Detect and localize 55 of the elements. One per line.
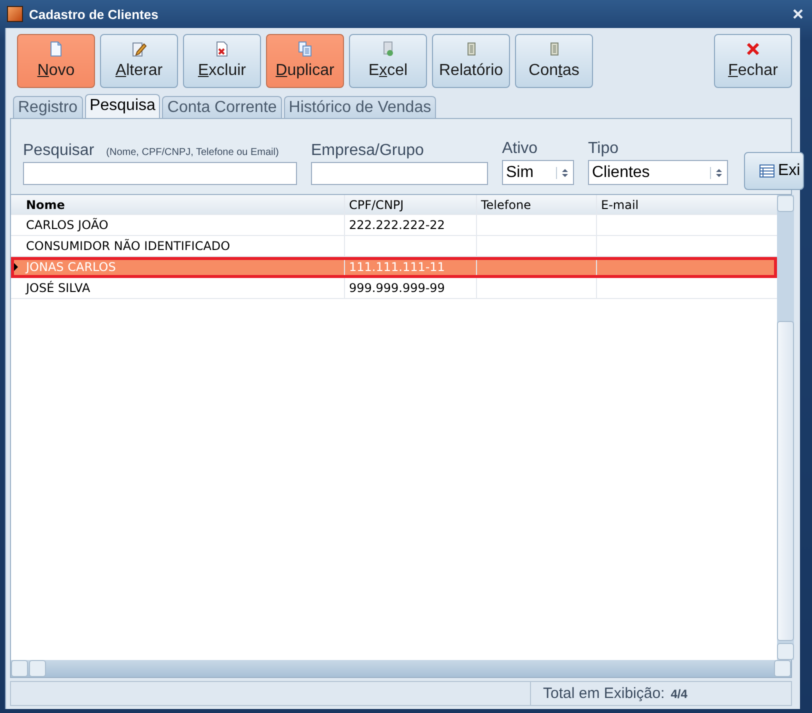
- field-hint: (Nome, CPF/CNPJ, Telefone ou Email): [106, 147, 279, 158]
- table-cell: JOSÉ SILVA: [26, 281, 90, 295]
- scroll-left-button[interactable]: [11, 660, 28, 677]
- column-header[interactable]: Nome: [22, 195, 345, 214]
- row-pointer-icon: [14, 263, 18, 271]
- toolbar-button[interactable]: Excluir: [183, 34, 261, 88]
- table-row[interactable]: CARLOS JOÃO 222.222.222-22: [11, 215, 777, 236]
- status-value: 4/4: [670, 686, 688, 700]
- vertical-scrollbar[interactable]: [777, 195, 794, 660]
- tab[interactable]: Registro: [13, 96, 83, 118]
- copy-icon: [297, 41, 313, 57]
- column-header[interactable]: CPF/CNPJ: [345, 195, 477, 214]
- table-cell: JONAS CARLOS: [26, 260, 116, 274]
- search-field[interactable]: [23, 162, 297, 185]
- scroll-thumb[interactable]: [29, 660, 46, 677]
- field-label: Tipo: [588, 140, 620, 158]
- field-label: Ativo: [502, 140, 539, 158]
- scroll-down-button[interactable]: [777, 643, 794, 660]
- delete-page-icon: [214, 41, 230, 57]
- table-cell: CARLOS JOÃO: [26, 218, 108, 232]
- table-row[interactable]: JOSÉ SILVA 999.999.999-99: [11, 278, 777, 299]
- toolbar-button[interactable]: Alterar: [100, 34, 178, 88]
- scroll-right-button[interactable]: [774, 660, 791, 677]
- page-icon: [48, 41, 64, 57]
- show-button[interactable]: Exi: [744, 152, 804, 190]
- table-cell: CONSUMIDOR NÃO IDENTIFICADO: [26, 239, 230, 253]
- window-title: Cadastro de Clientes: [29, 6, 160, 22]
- grid-icon: [759, 164, 775, 178]
- field-label: Empresa/Grupo: [311, 142, 425, 160]
- column-header[interactable]: Telefone: [477, 195, 597, 214]
- dropdown[interactable]: Sim: [502, 160, 574, 185]
- toolbar-button[interactable]: Excel: [349, 34, 427, 88]
- scroll-up-button[interactable]: [777, 195, 794, 212]
- field-label: Pesquisar: [23, 142, 94, 160]
- status-label: Total em Exibição:: [543, 685, 665, 702]
- toolbar-button[interactable]: Relatório: [432, 34, 510, 88]
- toolbar-button[interactable]: Contas: [515, 34, 593, 88]
- close-icon: [745, 41, 761, 57]
- dropdown[interactable]: Clientes: [588, 160, 728, 185]
- table-cell: 111.111.111-11: [349, 260, 445, 274]
- close-icon[interactable]: [792, 8, 804, 20]
- tab[interactable]: Histórico de Vendas: [284, 96, 436, 118]
- column-header[interactable]: E-mail: [597, 195, 777, 214]
- horizontal-scrollbar[interactable]: [11, 660, 791, 677]
- company-field[interactable]: [311, 162, 488, 185]
- scroll-thumb[interactable]: [777, 321, 794, 641]
- toolbar-button[interactable]: Duplicar: [266, 34, 344, 88]
- pencil-page-icon: [131, 41, 147, 57]
- toolbar-button[interactable]: Novo: [17, 34, 95, 88]
- app-icon: [7, 6, 23, 22]
- table-cell: 222.222.222-22: [349, 218, 445, 232]
- toolbar-button[interactable]: Fechar: [714, 34, 792, 88]
- tab[interactable]: Pesquisa: [84, 94, 160, 118]
- tab[interactable]: Conta Corrente: [162, 96, 282, 118]
- table-cell: 999.999.999-99: [349, 281, 445, 295]
